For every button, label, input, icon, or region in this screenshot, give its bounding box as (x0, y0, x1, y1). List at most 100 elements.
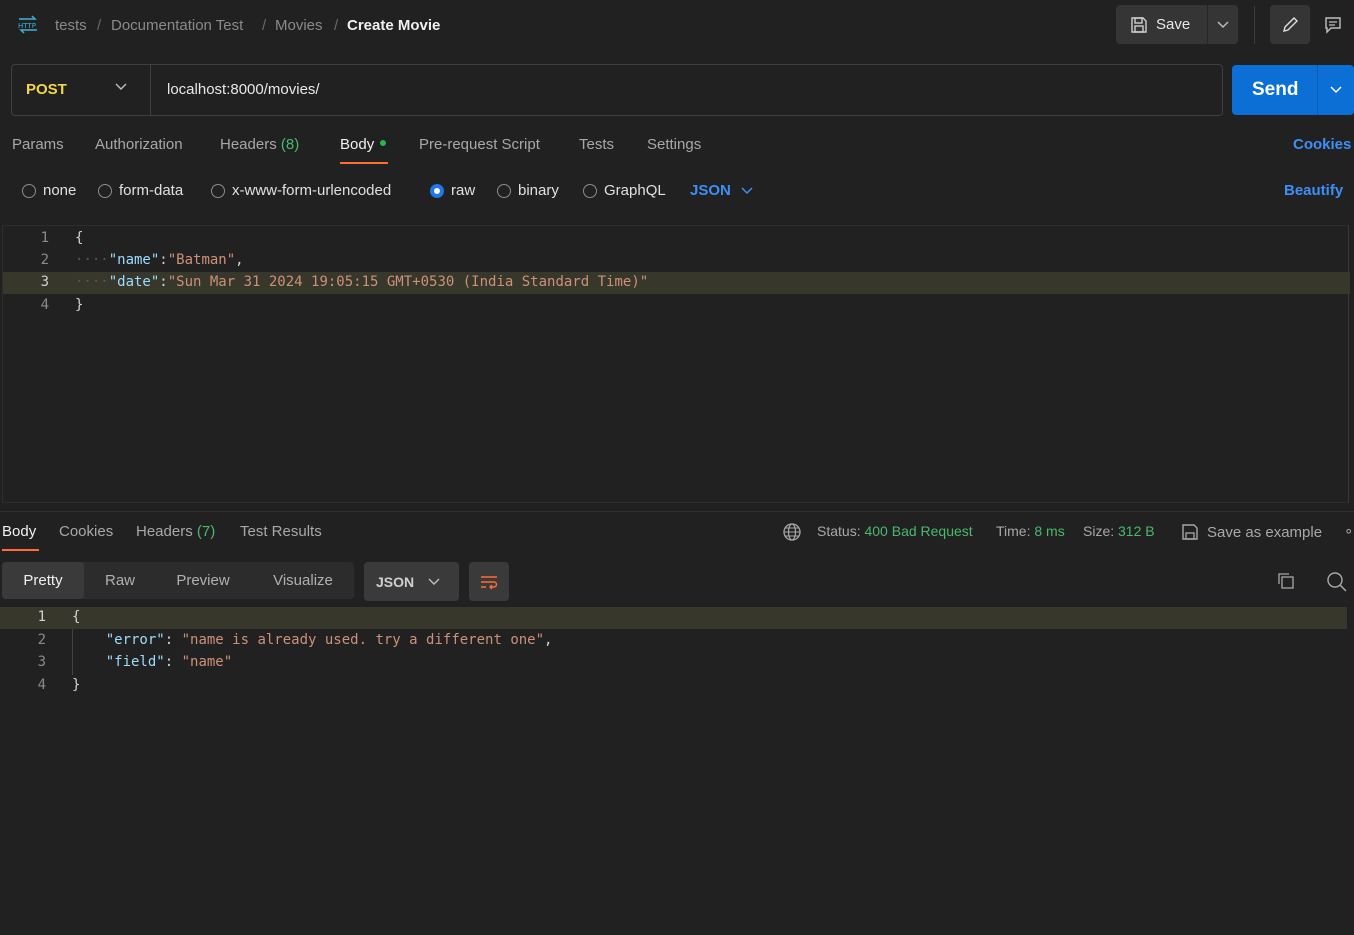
json-value: "name" (181, 654, 233, 670)
json-key: "field" (105, 654, 165, 670)
radio-circle (583, 183, 597, 198)
globe-icon[interactable] (782, 522, 802, 542)
radio-label: none (43, 182, 77, 199)
response-body-viewer[interactable]: 1 { 2 "error": "name is already used. tr… (0, 607, 1354, 707)
code-brace: } (72, 677, 81, 693)
page-title[interactable]: Create Movie (347, 17, 440, 34)
response-tab-body[interactable]: Body (2, 523, 36, 540)
request-body-editor[interactable]: 1 { 2 ····"name":"Batman", 3 ····"date":… (2, 225, 1350, 503)
breadcrumb-item-movies[interactable]: Movies (275, 17, 323, 34)
breadcrumb-separator: / (97, 17, 102, 34)
radio-circle (98, 183, 112, 198)
send-options-button[interactable] (1317, 65, 1354, 115)
breadcrumb-separator: / (334, 17, 339, 34)
tab-prerequest-script[interactable]: Pre-request Script (419, 136, 540, 153)
save-label: Save (1156, 16, 1191, 33)
more-options-icon[interactable]: ∘ (1344, 522, 1353, 540)
json-key: "error" (105, 632, 165, 648)
radio-circle (497, 183, 511, 198)
method-select[interactable]: POST (26, 81, 67, 98)
tab-tests[interactable]: Tests (579, 136, 614, 153)
view-raw-button[interactable]: Raw (88, 562, 152, 599)
http-request-icon: HTTP (18, 15, 37, 34)
radio-circle (211, 183, 225, 198)
url-divider (150, 65, 151, 115)
radio-circle-selected (430, 183, 444, 198)
radio-urlencoded[interactable]: x-www-form-urlencoded (211, 182, 391, 199)
tab-settings[interactable]: Settings (647, 136, 701, 153)
tab-params[interactable]: Params (12, 136, 64, 153)
tab-authorization[interactable]: Authorization (95, 136, 183, 153)
response-format-select[interactable]: JSON (364, 562, 459, 601)
response-tab-test-results[interactable]: Test Results (240, 523, 322, 540)
view-visualize-button[interactable]: Visualize (257, 562, 349, 599)
code-brace: { (75, 230, 84, 246)
time-label: Time: (996, 523, 1031, 539)
language-label: JSON (690, 182, 731, 199)
tab-headers-label: Headers (220, 136, 277, 153)
url-input[interactable]: localhost:8000/movies/ (167, 81, 320, 98)
code-line: 2 "error": "name is already used. try a … (0, 630, 1347, 652)
save-options-button[interactable] (1207, 5, 1238, 44)
chevron-down-icon (741, 186, 753, 194)
chevron-down-icon (428, 578, 440, 585)
copy-icon[interactable] (1276, 571, 1296, 591)
save-as-example-button[interactable]: Save as example (1181, 523, 1322, 541)
response-tab-cookies[interactable]: Cookies (59, 523, 113, 540)
radio-label: raw (451, 182, 476, 199)
tab-body[interactable]: Body (340, 136, 387, 153)
size-value: 312 B (1118, 523, 1155, 539)
code-brace: } (75, 297, 84, 313)
json-value: "Sun Mar 31 2024 19:05:15 GMT+0530 (Indi… (167, 274, 649, 290)
wrap-lines-button[interactable] (469, 562, 509, 601)
save-button-group: Save (1116, 5, 1238, 44)
radio-circle (22, 183, 36, 198)
view-preview-button[interactable]: Preview (162, 562, 244, 599)
comments-button[interactable] (1318, 8, 1348, 42)
send-button[interactable]: Send (1252, 79, 1298, 101)
code-line: 2 ····"name":"Batman", (3, 250, 1350, 272)
send-button-group: Send (1232, 65, 1354, 115)
time-info[interactable]: Time: 8 ms (996, 523, 1065, 539)
active-tab-indicator (340, 162, 388, 164)
code-line: 1 { (3, 228, 1350, 250)
size-info[interactable]: Size: 312 B (1083, 523, 1155, 539)
radio-label: binary (518, 182, 559, 199)
line-number: 3 (37, 654, 46, 670)
radio-form-data[interactable]: form-data (98, 182, 183, 199)
beautify-button[interactable]: Beautify (1284, 182, 1343, 199)
pencil-icon (1283, 16, 1298, 32)
chevron-down-icon (1330, 86, 1342, 94)
code-content: ····"name":"Batman", (75, 252, 244, 268)
radio-graphql[interactable]: GraphQL (583, 182, 666, 199)
radio-binary[interactable]: binary (497, 182, 559, 199)
status-label: Status: (817, 523, 861, 539)
breadcrumb-separator: / (262, 17, 267, 34)
line-number: 3 (40, 274, 49, 290)
view-pretty-button[interactable]: Pretty (2, 562, 84, 599)
radio-none[interactable]: none (22, 182, 76, 199)
language-select[interactable]: JSON (690, 182, 753, 199)
response-tab-headers[interactable]: Headers (7) (136, 523, 215, 540)
size-label: Size: (1083, 523, 1115, 539)
radio-label: GraphQL (604, 182, 666, 199)
radio-label: form-data (119, 182, 184, 199)
breadcrumb-item-tests[interactable]: tests (55, 17, 87, 34)
radio-raw[interactable]: raw (430, 182, 475, 199)
headers-count-badge: (7) (196, 523, 216, 540)
tab-body-label: Body (340, 136, 375, 153)
line-number: 2 (40, 252, 49, 268)
body-modified-dot (380, 140, 387, 147)
edit-button[interactable] (1270, 5, 1310, 44)
search-icon[interactable] (1326, 571, 1348, 593)
save-button[interactable]: Save (1116, 5, 1207, 44)
save-icon (1182, 524, 1198, 540)
code-line-current: 3 ····"date":"Sun Mar 31 2024 19:05:15 G… (3, 272, 1350, 294)
headers-count-badge: (8) (280, 136, 300, 153)
wrap-lines-icon (481, 575, 498, 589)
tab-headers[interactable]: Headers (8) (220, 136, 299, 153)
breadcrumb-item-documentation-test[interactable]: Documentation Test (111, 17, 243, 34)
status-info[interactable]: Status: 400 Bad Request (817, 523, 973, 539)
cookies-link[interactable]: Cookies (1293, 136, 1351, 153)
chevron-down-icon[interactable] (115, 83, 127, 91)
